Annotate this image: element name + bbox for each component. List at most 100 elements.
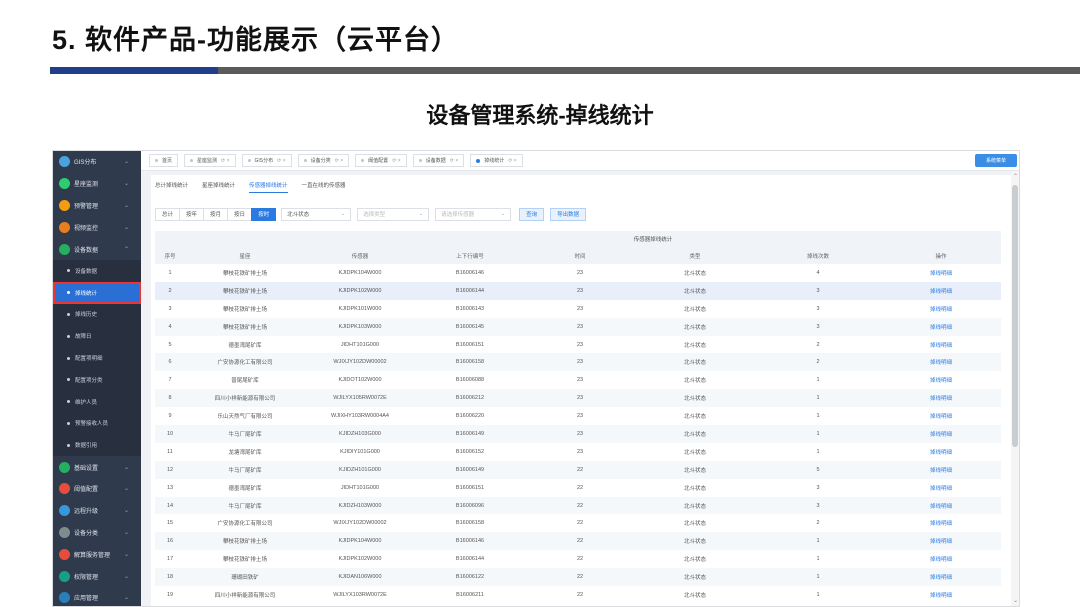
close-icon[interactable]: ⟳ × — [450, 158, 459, 164]
period-segment[interactable]: 按年 — [179, 207, 205, 221]
sidebar-subitem[interactable]: 预警接收人员 — [53, 412, 141, 435]
sidebar-subitem[interactable]: 维护人员 — [53, 390, 141, 413]
bullet-icon — [67, 356, 70, 360]
export-button[interactable]: 导出数据 — [550, 207, 587, 221]
table-cell: KJIDPK101W000 — [338, 305, 382, 312]
table-cell: B16006211 — [456, 591, 484, 598]
detail-link[interactable]: 掉线明细 — [881, 514, 1001, 532]
menu-icon — [59, 178, 70, 190]
detail-link[interactable]: 掉线明细 — [881, 407, 1001, 425]
detail-link[interactable]: 掉线明细 — [881, 550, 1001, 568]
table-cell: 攀枝花铁矿排土场 — [185, 317, 305, 336]
table-row: 11 龙塘湾尾矿库 KJIDIY101G000 B16006152 23 北斗状态 1 掉线明… — [155, 443, 1001, 461]
table-cell: 4 — [816, 269, 820, 276]
close-icon[interactable]: ⟳ × — [221, 158, 230, 164]
page-tab[interactable]: GIS分布 ⟳ × — [241, 154, 292, 167]
table-cell: B16006088 — [455, 377, 485, 384]
detail-link[interactable]: 掉线明细 — [881, 317, 1002, 336]
sidebar-item[interactable]: 阈值配置 ⌄ — [53, 478, 141, 500]
detail-link[interactable]: 掉线明细 — [881, 479, 1001, 497]
detail-link[interactable]: 掉线明细 — [881, 460, 1002, 479]
detail-link[interactable]: 掉线明细 — [881, 389, 1002, 408]
detail-link[interactable]: 掉线明细 — [881, 586, 1001, 604]
sidebar-item[interactable]: GIS分布 ⌄ — [53, 151, 141, 173]
sidebar-item[interactable]: 预警管理 ⌄ — [53, 195, 141, 217]
table-cell: 1 — [168, 269, 172, 276]
subtab[interactable]: 星座掉线统计 — [202, 179, 235, 193]
sidebar-subitem[interactable]: 故障日 — [53, 325, 141, 348]
table-cell: 23 — [525, 425, 635, 443]
close-icon[interactable]: ⟳ × — [508, 158, 517, 164]
chevron-down-icon: ⌄ — [340, 211, 346, 217]
table-cell: 23 — [576, 448, 584, 455]
sidebar-item[interactable]: 权限管理 ⌄ — [53, 565, 141, 587]
detail-link[interactable]: 掉线明细 — [881, 371, 1001, 389]
sensor-select[interactable]: 请选择传感器 ⌄ — [435, 207, 512, 221]
detail-link[interactable]: 掉线明细 — [881, 443, 1001, 461]
table-cell: 3 — [755, 317, 881, 336]
detail-link[interactable]: 掉线明细 — [881, 300, 1001, 318]
detail-link[interactable]: 掉线明细 — [881, 264, 1001, 282]
close-icon[interactable]: ⟳ × — [277, 158, 286, 164]
table-cell: WJILYX103RW0072E — [333, 591, 387, 598]
period-segment[interactable]: 按月 — [203, 207, 229, 221]
detail-link[interactable]: 掉线明细 — [881, 425, 1002, 443]
detail-link[interactable]: 掉线明细 — [881, 496, 1002, 515]
scroll-down-icon[interactable]: ⌄ — [1013, 597, 1018, 604]
period-segment[interactable]: 总计 — [155, 207, 181, 221]
bullet-icon — [67, 421, 70, 425]
detail-link[interactable]: 掉线明细 — [881, 353, 1002, 372]
sidebar-item[interactable]: 视频监控 ⌄ — [53, 216, 141, 238]
subtab[interactable]: 总计掉线统计 — [155, 179, 188, 193]
scroll-up-icon[interactable]: ⌃ — [1013, 173, 1018, 180]
sidebar-subitem[interactable]: 配置项分类 — [53, 368, 141, 391]
page-tab[interactable]: 星座监测 ⟳ × — [184, 154, 236, 167]
table-cell: 牛马厂尾矿库 — [185, 425, 305, 443]
table-cell: 22 — [525, 568, 635, 587]
page-tab[interactable]: 首页 — [149, 154, 179, 167]
sidebar-subitem[interactable]: 掉线历史 — [53, 303, 141, 326]
type-select[interactable]: 选择类型 ⌄ — [357, 207, 430, 221]
page-tab[interactable]: 设备数据 ⟳ × — [412, 154, 465, 167]
sidebar-subitem-label: 维护人员 — [75, 399, 98, 406]
period-segment[interactable]: 按时 — [251, 207, 277, 221]
sidebar-item[interactable]: 远程升级 ⌄ — [53, 500, 141, 522]
table-cell: JIDHT101G000 — [340, 484, 380, 491]
subtab[interactable]: 一直在线的传感器 — [302, 179, 346, 193]
sidebar-item[interactable]: 星座监测 ⌄ — [53, 173, 141, 195]
system-menu-button[interactable]: 系统菜单 — [975, 154, 1017, 167]
chevron-down-icon: ⌄ — [418, 211, 424, 217]
detail-link[interactable]: 掉线明细 — [881, 336, 1001, 354]
page-tab[interactable]: 设备分类 ⟳ × — [297, 154, 350, 167]
table-cell: 北斗状态 — [683, 449, 706, 456]
query-button[interactable]: 查询 — [519, 207, 545, 221]
status-select[interactable]: 北斗状态 ⌄ — [281, 207, 352, 221]
page-tab[interactable]: 掉线统计 ⟳ × — [470, 154, 523, 167]
sidebar-subitem[interactable]: 掉线统计 — [53, 281, 141, 304]
stats-table: 传感器掉线统计 序号 星座 传感器 上下行编号 时间 类型 掉线次数 操作 1 攀枝花铁矿排土场… — [155, 231, 1002, 604]
detail-link[interactable]: 掉线明细 — [881, 532, 1002, 551]
period-segment[interactable]: 按日 — [227, 207, 253, 221]
sidebar-subitem[interactable]: 数据引用 — [53, 434, 141, 457]
table-cell: 1 — [816, 591, 820, 598]
sidebar-subitem[interactable]: 配置项明细 — [53, 347, 141, 369]
page-tab[interactable]: 阈值配置 ⟳ × — [355, 154, 407, 167]
sidebar-subitem[interactable]: 设备数据 — [53, 259, 141, 282]
table-cell: KJIDIY101G000 — [340, 448, 380, 455]
sidebar-item[interactable]: 基础设置 ⌄ — [53, 456, 141, 478]
table-cell: 22 — [576, 484, 584, 491]
table-row: 5 德墨湾尾矿库 JIDHT101G000 B16006151 23 北斗状态 2 掉线明细 — [155, 336, 1001, 354]
close-icon[interactable]: ⟳ × — [335, 158, 344, 164]
detail-link[interactable]: 掉线明细 — [881, 281, 1002, 300]
subtab[interactable]: 传感器掉线统计 — [249, 179, 288, 193]
bullet-icon — [67, 443, 70, 447]
sidebar-item[interactable]: 设备分类 ⌄ — [53, 522, 141, 544]
sidebar-item[interactable]: 应用管理 ⌄ — [53, 587, 141, 606]
scrollbar-thumb[interactable] — [1012, 185, 1018, 447]
detail-link[interactable]: 掉线明细 — [881, 568, 1002, 587]
sidebar-subitem-label: 掉线历史 — [75, 312, 98, 319]
sidebar-item[interactable]: 设备数据 ⌃ — [53, 238, 141, 260]
close-icon[interactable]: ⟳ × — [392, 158, 401, 164]
bullet-icon — [67, 378, 70, 382]
sidebar-item[interactable]: 解算服务管理 ⌄ — [53, 543, 141, 565]
